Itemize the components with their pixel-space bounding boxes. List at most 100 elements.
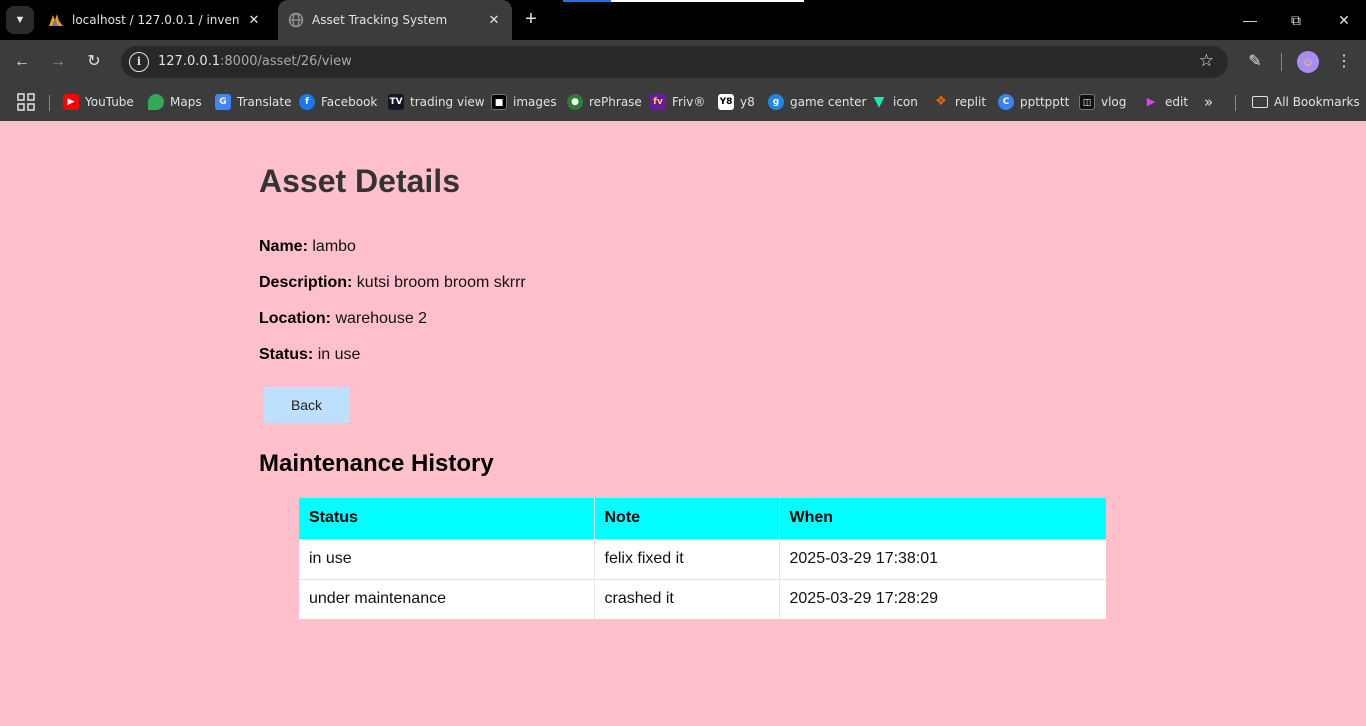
y8-icon: Y8 [718, 94, 734, 110]
page-title: Asset Details [259, 163, 460, 199]
field-label: Status: [259, 346, 314, 363]
asset-description-field: Description: kutsi broom broom skrrr [259, 274, 526, 292]
game-center-icon: g [768, 94, 784, 110]
youtube-icon: ▶ [63, 94, 79, 110]
close-window-icon[interactable]: ✕ [1334, 10, 1354, 30]
cell-status: in use [299, 538, 595, 579]
bookmark-label: Maps [170, 95, 202, 109]
tradingview-icon: TV [388, 94, 404, 110]
bookmark-label: game center [790, 95, 867, 109]
close-tab-icon[interactable]: ✕ [486, 13, 502, 28]
bookmark-facebook[interactable]: f Facebook [299, 92, 377, 112]
minimize-icon[interactable]: — [1240, 10, 1260, 30]
profile-avatar[interactable]: ☺ [1297, 51, 1319, 73]
asset-status-field: Status: in use [259, 346, 360, 364]
apps-grid-icon[interactable] [17, 92, 35, 112]
asset-location-field: Location: warehouse 2 [259, 310, 427, 328]
replit-icon: ❖ [935, 94, 947, 109]
bookmark-label: y8 [740, 95, 755, 109]
asset-details-page: Asset Details Name: lambo Description: k… [0, 121, 1366, 726]
address-bar[interactable]: i 127.0.0.1:8000/asset/26/view ☆ [121, 46, 1228, 78]
browser-toolbar: ← → ↻ i 127.0.0.1:8000/asset/26/view ☆ ✎… [0, 40, 1366, 84]
bookmark-edit[interactable]: ▶ edit [1143, 92, 1188, 112]
images-icon: ■ [491, 94, 507, 110]
bookmark-label: ppttpptt [1020, 95, 1070, 109]
new-tab-plus-icon[interactable]: + [520, 8, 542, 30]
bookmark-game-center[interactable]: g game center [768, 92, 866, 112]
forward-arrow-icon[interactable]: → [46, 50, 70, 74]
bookmark-label: icon [893, 95, 918, 109]
table-row: in use felix fixed it 2025-03-29 17:38:0… [299, 538, 1106, 579]
bookmark-label: YouTube [85, 95, 134, 109]
table-row: under maintenance crashed it 2025-03-29 … [299, 578, 1106, 619]
cell-status: under maintenance [299, 578, 595, 619]
bookmark-friv[interactable]: fv Friv® [650, 92, 705, 112]
bookmark-y8[interactable]: Y8 y8 [718, 92, 755, 112]
field-label: Name: [259, 238, 308, 255]
all-bookmarks[interactable]: All Bookmarks [1252, 92, 1360, 112]
close-tab-icon[interactable]: ✕ [246, 13, 262, 28]
browser-chrome: ▼ localhost / 127.0.0.1 / inventory ✕ As… [0, 0, 1366, 121]
bookmark-label: vlog [1101, 95, 1127, 109]
rephrase-icon: ● [567, 94, 583, 110]
bookmark-vlog[interactable]: ◫ vlog [1079, 92, 1126, 112]
phpmyadmin-icon [49, 14, 63, 26]
url-path: :8000/asset/26/view [220, 54, 352, 69]
bookmark-rephrase[interactable]: ● rePhrase [567, 92, 642, 112]
bookmark-ppttpptt[interactable]: Cppttpptt [998, 92, 1069, 112]
bookmarks-divider [1235, 95, 1236, 111]
site-info-icon[interactable]: i [129, 52, 149, 72]
back-button[interactable]: Back [264, 387, 349, 423]
canva-icon: C [998, 94, 1014, 110]
globe-icon [288, 12, 304, 28]
extensions-puzzle-icon[interactable]: ✎ [1243, 50, 1267, 74]
bookmark-youtube[interactable]: ▶ YouTube [63, 92, 134, 112]
bookmark-maps[interactable]: Maps [148, 92, 202, 112]
bookmark-translate[interactable]: G Translate [215, 92, 292, 112]
bookmark-icon[interactable]: ▼ icon [871, 92, 918, 112]
field-label: Description: [259, 274, 353, 291]
table-header-row: Status Note When [299, 498, 1106, 539]
screen-share-indicator [563, 0, 804, 2]
tab-asset-tracking[interactable]: Asset Tracking System ✕ [278, 0, 512, 40]
column-header-note: Note [594, 498, 780, 539]
bookmark-star-icon[interactable]: ☆ [1199, 51, 1214, 71]
friv-icon: fv [650, 94, 666, 110]
field-value: kutsi broom broom skrrr [356, 274, 526, 291]
restore-icon[interactable]: ⧉ [1286, 10, 1306, 30]
maps-icon [148, 94, 164, 110]
cell-note: crashed it [594, 578, 780, 619]
bookmark-label: rePhrase [589, 95, 642, 109]
column-header-status: Status [299, 498, 595, 539]
bookmark-label: Friv® [672, 95, 706, 109]
capcut-icon: ◫ [1079, 94, 1095, 110]
bookmark-label: images [513, 95, 557, 109]
menu-kebab-icon[interactable]: ⋮ [1332, 50, 1356, 74]
field-label: Location: [259, 310, 331, 327]
bookmarks-divider [49, 95, 50, 111]
bookmark-label: Facebook [321, 95, 378, 109]
cell-note: felix fixed it [594, 538, 780, 579]
tab-strip: ▼ localhost / 127.0.0.1 / inventory ✕ As… [0, 0, 1366, 40]
tab-search-chevron-icon[interactable]: ▼ [6, 6, 34, 34]
field-value: warehouse 2 [335, 310, 428, 327]
reload-icon[interactable]: ↻ [82, 50, 106, 74]
tab-title: Asset Tracking System [312, 13, 448, 27]
vuetify-icon: ▼ [873, 94, 885, 110]
cell-when: 2025-03-29 17:38:01 [779, 538, 1106, 579]
folder-icon [1252, 96, 1268, 108]
toolbar-divider [1281, 53, 1282, 71]
bookmark-replit[interactable]: ❖ replit [933, 92, 986, 112]
play-icon: ▶ [1146, 95, 1156, 108]
bookmark-label: edit [1165, 95, 1189, 109]
bookmark-tradingview[interactable]: TV trading view [388, 92, 485, 112]
address-url[interactable]: 127.0.0.1:8000/asset/26/view [158, 54, 352, 69]
tab-phpmyadmin[interactable]: localhost / 127.0.0.1 / inventory ✕ [40, 0, 270, 40]
back-arrow-icon[interactable]: ← [10, 50, 34, 74]
bookmark-images[interactable]: ■ images [491, 92, 557, 112]
more-bookmarks-chevron-icon[interactable]: » [1204, 92, 1213, 112]
tab-title: localhost / 127.0.0.1 / inventory [72, 13, 240, 27]
column-header-when: When [779, 498, 1106, 539]
cell-when: 2025-03-29 17:28:29 [779, 578, 1106, 619]
bookmark-label: replit [955, 95, 987, 109]
